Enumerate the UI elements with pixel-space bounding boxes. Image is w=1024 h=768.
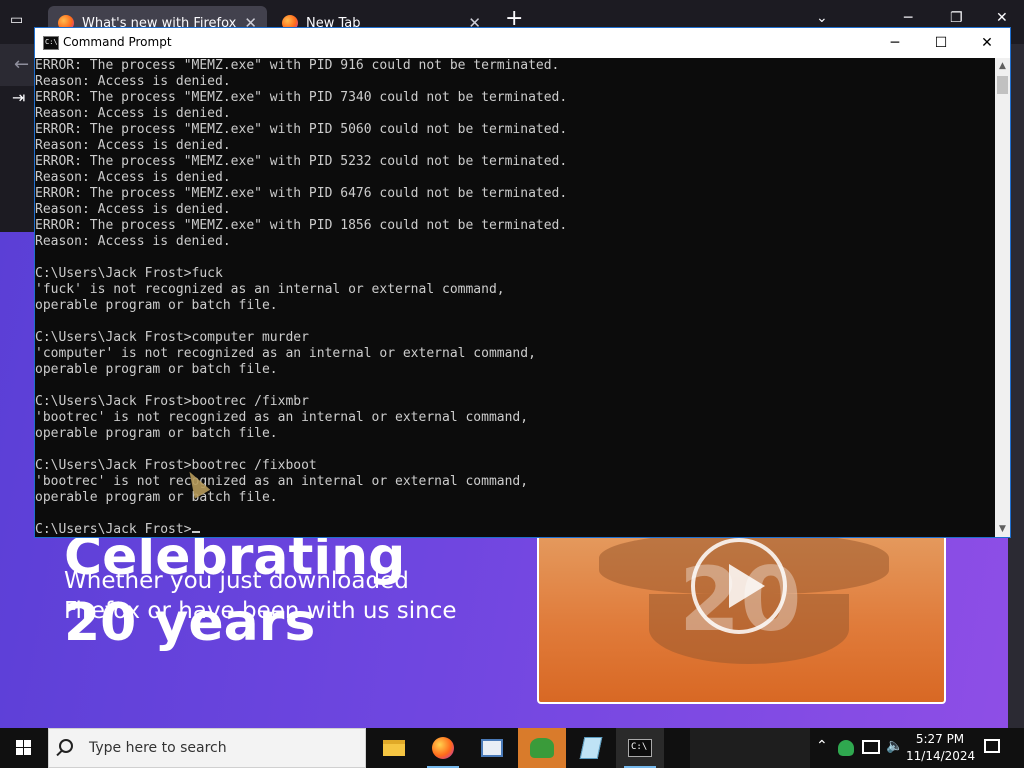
taskbar-empty-area (690, 728, 810, 768)
console-line: ERROR: The process "MEMZ.exe" with PID 5… (35, 154, 568, 169)
people-tray-icon[interactable] (838, 740, 854, 756)
console-line: 'fuck' is not recognized as an internal … (35, 282, 505, 297)
taskbar-file-explorer[interactable] (370, 728, 418, 768)
console-line: C:\Users\Jack Frost>computer murder (35, 330, 309, 345)
notification-center-icon[interactable] (984, 739, 1000, 753)
windows-logo-icon (16, 748, 23, 755)
subtext-line: Firefox or have been with us since (64, 598, 457, 624)
start-button[interactable] (0, 728, 48, 768)
console-line: Reason: Access is denied. (35, 170, 231, 185)
windows-logo-icon (16, 740, 23, 747)
taskbar-people-app[interactable] (518, 728, 566, 768)
console-line: C:\Users\Jack Frost>fuck (35, 266, 223, 281)
console-line: ERROR: The process "MEMZ.exe" with PID 1… (35, 218, 568, 233)
console-line: C:\Users\Jack Frost>bootrec /fixboot (35, 458, 317, 473)
taskbar-search-input[interactable]: Type here to search (48, 728, 366, 768)
scroll-down-arrow-icon[interactable]: ▼ (995, 521, 1010, 537)
command-prompt-icon: C:\ (628, 739, 652, 757)
minimize-button[interactable]: ─ (872, 28, 918, 58)
page-subtext: Whether you just downloaded Firefox or h… (64, 566, 504, 626)
scroll-up-arrow-icon[interactable]: ▲ (995, 58, 1010, 74)
volume-icon[interactable]: 🔈 (886, 738, 903, 754)
console-line: Reason: Access is denied. (35, 74, 231, 89)
chevron-down-icon[interactable]: ⌄ (816, 10, 828, 26)
firefox-icon (432, 737, 454, 759)
system-clock[interactable]: 5:27 PM 11/14/2024 (906, 731, 976, 765)
taskbar-notepad[interactable] (567, 728, 615, 768)
search-icon (59, 739, 73, 753)
console-line: C:\Users\Jack Frost>bootrec /fixmbr (35, 394, 309, 409)
anniversary-video-thumbnail[interactable]: 20 (537, 532, 946, 704)
text-caret (191, 531, 200, 533)
console-line: 'computer' is not recognized as an inter… (35, 346, 536, 361)
subtext-line: Whether you just downloaded (64, 568, 409, 594)
command-prompt-icon: C:\ (43, 36, 59, 50)
console-line: operable program or batch file. (35, 426, 278, 441)
console-line: Reason: Access is denied. (35, 106, 231, 121)
console-line: operable program or batch file. (35, 362, 278, 377)
play-button-icon[interactable] (691, 538, 787, 634)
close-icon[interactable]: ✕ (996, 10, 1008, 26)
console-line: ERROR: The process "MEMZ.exe" with PID 9… (35, 58, 560, 73)
taskbar-command-prompt[interactable]: C:\ (616, 728, 664, 768)
windows-logo-icon (24, 748, 31, 755)
console-scrollbar[interactable]: ▲ ▼ (995, 58, 1010, 537)
restore-icon[interactable]: ❐ (950, 10, 963, 26)
people-app-icon (530, 738, 554, 758)
taskbar-app-window[interactable] (468, 728, 516, 768)
console-line: Reason: Access is denied. (35, 202, 231, 217)
console-line: Reason: Access is denied. (35, 138, 231, 153)
console-line: C:\Users\Jack Frost> (35, 522, 567, 537)
list-all-tabs-icon[interactable]: ▭ (10, 12, 28, 30)
search-placeholder: Type here to search (89, 740, 227, 756)
maximize-button[interactable]: ☐ (918, 28, 964, 58)
windows-logo-icon (24, 740, 31, 747)
command-prompt-window: C:\ Command Prompt ─ ☐ ✕ ERROR: The proc… (34, 27, 1011, 538)
clock-time: 5:27 PM (915, 732, 965, 746)
console-line: operable program or batch file. (35, 298, 278, 313)
file-explorer-icon (383, 740, 405, 756)
console-lines: ERROR: The process "MEMZ.exe" with PID 9… (35, 58, 567, 537)
console-line: operable program or batch file. (35, 490, 278, 505)
console-line: Reason: Access is denied. (35, 234, 231, 249)
taskbar: Type here to search C:\ ⌃ 🔈 5:27 PM 11/1… (0, 728, 1024, 768)
close-button[interactable]: ✕ (964, 28, 1010, 58)
scroll-thumb[interactable] (997, 76, 1008, 94)
window-title: Command Prompt (63, 35, 172, 49)
cmd-title-bar[interactable]: C:\ Command Prompt ─ ☐ ✕ (35, 28, 1010, 58)
show-hidden-icons-chevron-icon[interactable]: ⌃ (816, 738, 828, 754)
back-arrow-icon[interactable]: ← (14, 54, 29, 75)
console-line: ERROR: The process "MEMZ.exe" with PID 7… (35, 90, 568, 105)
network-icon[interactable] (862, 740, 880, 754)
app-window-icon (481, 739, 503, 757)
console-line: ERROR: The process "MEMZ.exe" with PID 6… (35, 186, 568, 201)
console-line: 'bootrec' is not recognized as an intern… (35, 410, 529, 425)
sign-in-icon[interactable]: ⇥ (12, 88, 25, 107)
taskbar-firefox[interactable] (419, 728, 467, 768)
minimize-icon[interactable]: ─ (904, 10, 912, 26)
clock-date: 11/14/2024 (906, 749, 976, 763)
console-output[interactable]: ERROR: The process "MEMZ.exe" with PID 9… (35, 58, 995, 537)
console-line: 'bootrec' is not recognized as an intern… (35, 474, 529, 489)
console-line: ERROR: The process "MEMZ.exe" with PID 5… (35, 122, 568, 137)
notepad-icon (579, 737, 603, 759)
